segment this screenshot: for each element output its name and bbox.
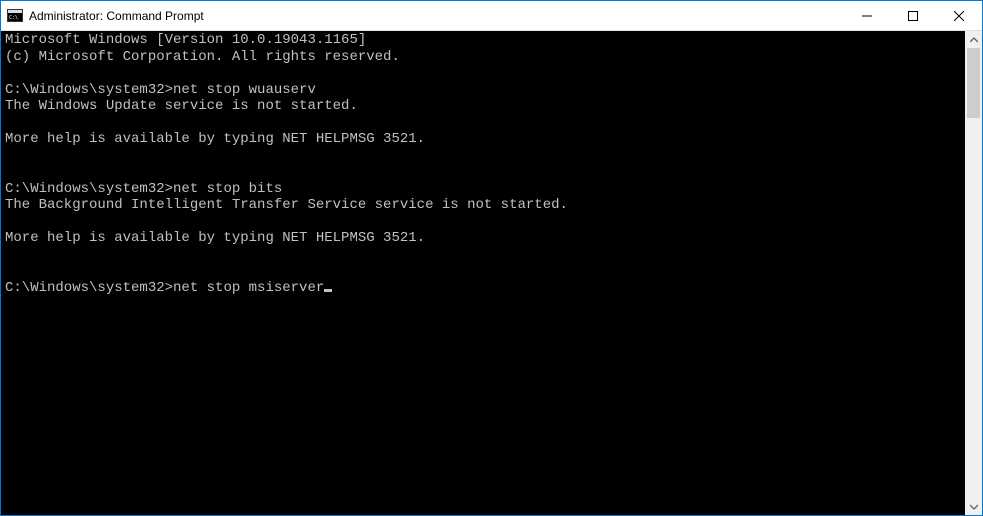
command-text: net stop msiserver [173,280,324,296]
command-text: net stop bits [173,181,282,197]
titlebar[interactable]: C:\ Administrator: Command Prompt [1,1,982,31]
blank-line [5,214,965,231]
blank-line [5,247,965,264]
output-line: The Background Intelligent Transfer Serv… [5,197,965,214]
vertical-scrollbar[interactable] [965,31,982,515]
maximize-button[interactable] [890,1,936,31]
output-line: The Windows Update service is not starte… [5,98,965,115]
output-line: More help is available by typing NET HEL… [5,131,965,148]
output-line: Microsoft Windows [Version 10.0.19043.11… [5,32,965,49]
scroll-thumb[interactable] [967,48,980,118]
output-line: (c) Microsoft Corporation. All rights re… [5,49,965,66]
prompt-line: C:\Windows\system32>net stop bits [5,181,965,198]
prompt: C:\Windows\system32> [5,82,173,98]
terminal-area: Microsoft Windows [Version 10.0.19043.11… [1,31,982,515]
blank-line [5,148,965,165]
scroll-up-button[interactable] [965,31,982,48]
blank-line [5,65,965,82]
close-button[interactable] [936,1,982,31]
command-text: net stop wuauserv [173,82,316,98]
cmd-window: C:\ Administrator: Command Prompt Micros… [0,0,983,516]
output-line: More help is available by typing NET HEL… [5,230,965,247]
blank-line [5,164,965,181]
svg-text:C:\: C:\ [9,15,18,21]
prompt-line: C:\Windows\system32>net stop wuauserv [5,82,965,99]
terminal-output[interactable]: Microsoft Windows [Version 10.0.19043.11… [1,31,965,515]
cursor-icon [324,289,332,292]
prompt: C:\Windows\system32> [5,280,173,296]
blank-line [5,263,965,280]
prompt-line: C:\Windows\system32>net stop msiserver [5,280,965,297]
scroll-down-button[interactable] [965,498,982,515]
minimize-button[interactable] [844,1,890,31]
blank-line [5,115,965,132]
prompt: C:\Windows\system32> [5,181,173,197]
window-title: Administrator: Command Prompt [29,9,204,23]
cmd-icon: C:\ [7,8,23,24]
